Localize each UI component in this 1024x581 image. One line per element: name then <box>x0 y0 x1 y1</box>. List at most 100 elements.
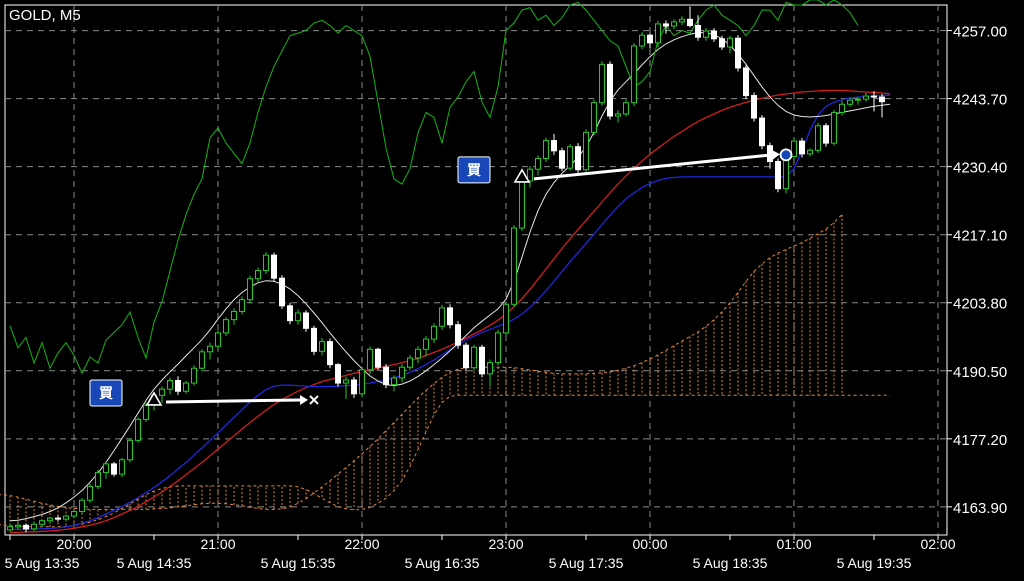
candle-body-bull <box>703 30 709 38</box>
price-chart-svg[interactable]: 買買 4257.004243.704230.404217.104203.8041… <box>0 0 1024 576</box>
candle <box>735 35 741 72</box>
candle-body-bull <box>439 307 445 327</box>
candle-body-bull <box>807 149 813 155</box>
candle-body-bear <box>799 140 805 155</box>
candle-body-bull <box>855 98 861 101</box>
candle-body-bull <box>367 348 373 371</box>
time-label-bottom: 5 Aug 15:35 <box>261 555 336 571</box>
candle-body-bull <box>831 111 837 144</box>
candle <box>359 366 365 398</box>
candle <box>247 275 253 304</box>
candle-body-bear <box>751 95 757 119</box>
candle <box>543 137 549 163</box>
candle <box>71 509 77 518</box>
candle-body-bull <box>407 357 413 368</box>
candle-body-bull <box>183 382 189 392</box>
candle-body-bull <box>599 63 605 104</box>
candle-body-bull <box>535 157 541 170</box>
candle-body-bear <box>559 150 565 169</box>
candle <box>503 301 509 336</box>
candle-body-bull <box>519 180 525 229</box>
candle-body-bull <box>623 102 629 115</box>
candle-body-bear <box>823 125 829 144</box>
candle-body-bull <box>847 99 853 105</box>
candle <box>279 275 285 309</box>
candle-body-bull <box>471 346 477 369</box>
candle-body-bull <box>143 404 149 420</box>
candle-body-bull <box>167 380 173 390</box>
price-label: 4203.80 <box>953 296 1007 313</box>
candle-body-bull <box>727 37 733 48</box>
time-label-top: 00:00 <box>632 536 667 552</box>
candle-body-bull <box>671 21 677 27</box>
candle-body-bull <box>255 270 261 280</box>
candle-body-bull <box>31 523 37 530</box>
candle <box>135 417 141 443</box>
candle <box>383 364 389 389</box>
buy-signal-label: 買 <box>99 385 114 401</box>
candle <box>367 346 373 374</box>
candle-body-bear <box>695 24 701 38</box>
candle-body-bear <box>375 348 381 368</box>
price-label: 4163.90 <box>953 500 1007 517</box>
candle-body-bull <box>655 23 661 44</box>
candle <box>519 178 525 232</box>
time-label-top: 20:00 <box>56 536 91 552</box>
candle-body-bull <box>391 377 397 386</box>
candle <box>743 64 749 100</box>
candle-body-bull <box>215 332 221 347</box>
candle-body-bull <box>95 472 101 487</box>
candle-body-bear <box>575 146 581 171</box>
candle <box>335 363 341 387</box>
time-label-bottom: 5 Aug 13:35 <box>5 555 80 571</box>
candle <box>479 344 485 378</box>
time-label-bottom: 5 Aug 16:35 <box>405 555 480 571</box>
candle <box>327 338 333 369</box>
price-label: 4257.00 <box>953 24 1007 41</box>
candle-body-bear <box>175 380 181 392</box>
candle <box>575 143 581 173</box>
candle-body-bull <box>135 418 141 441</box>
candle-body-bear <box>647 34 653 44</box>
candle <box>599 61 605 106</box>
candle-body-bear <box>743 67 749 97</box>
candle-body-bull <box>79 499 85 512</box>
candle-body-bear <box>879 96 885 103</box>
candle-body-bear <box>111 463 117 475</box>
candle-body-bear <box>447 307 453 326</box>
candle-body-bull <box>591 102 597 133</box>
candle-body-bull <box>543 140 549 159</box>
buy-signal-label: 買 <box>467 162 482 178</box>
candle <box>607 61 613 120</box>
candle-body-bull <box>103 463 109 474</box>
candle-body-bull <box>119 459 125 475</box>
candle <box>191 365 197 386</box>
candle-body-bull <box>487 362 493 375</box>
candle-body-bull <box>191 367 197 384</box>
candle-body-bull <box>223 319 229 334</box>
candle-body-bull <box>15 524 21 528</box>
price-label: 4190.50 <box>953 364 1007 381</box>
candle-body-bear <box>279 277 285 307</box>
candle-body-bull <box>615 113 621 117</box>
candle-body-bull <box>343 379 349 384</box>
candle <box>455 321 461 349</box>
symbol-title: GOLD, M5 <box>9 7 81 24</box>
candle-body-bull <box>431 325 437 340</box>
candle-body-bull <box>415 348 421 359</box>
candle-body-bull <box>71 510 77 517</box>
candle-body-bull <box>247 278 253 301</box>
candle-body-bull <box>839 103 845 113</box>
candle-body-bull <box>319 341 325 352</box>
candle <box>567 144 573 171</box>
candle-body-bear <box>303 312 309 329</box>
candle <box>199 349 205 372</box>
candle-body-bull <box>207 345 213 353</box>
candle-body-bull <box>639 34 645 47</box>
candle <box>87 483 93 503</box>
candle-body-bull <box>47 517 53 522</box>
candle-body-bear <box>687 18 693 26</box>
time-label-top: 23:00 <box>488 536 523 552</box>
price-label: 4217.10 <box>953 228 1007 245</box>
chart: 買買 4257.00 4243.70 4230.40 4217.10 4203.80 41… <box>0 0 1024 576</box>
